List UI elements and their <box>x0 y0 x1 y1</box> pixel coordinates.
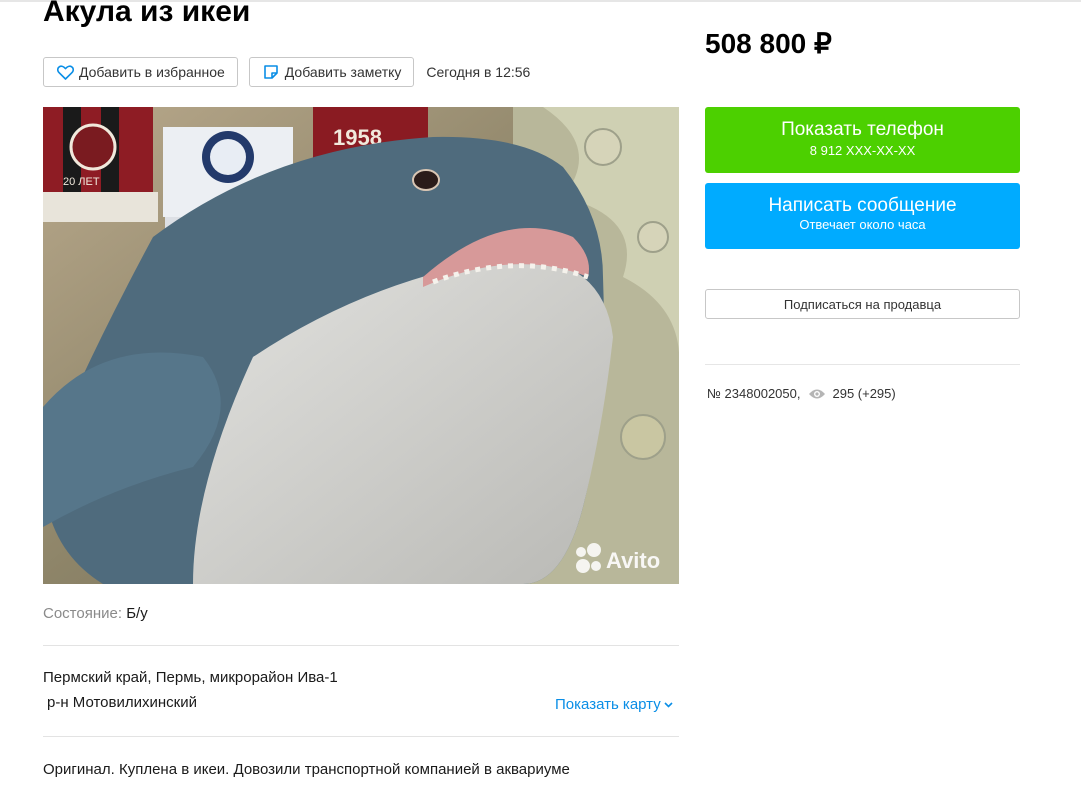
show-phone-label: Показать телефон <box>781 119 944 140</box>
divider <box>43 645 679 646</box>
add-to-favorites-button[interactable]: Добавить в избранное <box>43 57 238 87</box>
show-map-link[interactable]: Показать карту <box>555 696 673 713</box>
photo-watermark: Avito <box>606 548 660 573</box>
phone-number-masked: 8 912 XXX-XX-XX <box>809 143 916 158</box>
price: 508 800 ₽ <box>705 28 832 59</box>
eye-icon <box>808 388 826 400</box>
divider <box>43 736 679 737</box>
add-note-button[interactable]: Добавить заметку <box>248 57 415 87</box>
address-district: р-н Мотовилихинский <box>47 694 197 711</box>
chevron-down-icon <box>664 701 673 708</box>
scarf-text-left: 20 ЛЕТ <box>63 176 100 188</box>
condition-value: Б/у <box>126 605 148 622</box>
listing-actions: Добавить в избранное Добавить заметку Се… <box>43 57 530 87</box>
divider <box>705 364 1020 365</box>
condition: Состояние: Б/у <box>43 605 148 622</box>
listing-title: Акула из икеи <box>43 0 251 28</box>
listing-photo[interactable]: 20 ЛЕТ 1958 Avito <box>43 107 679 584</box>
listing-meta: № 2348002050, 295 (+295) <box>707 386 896 401</box>
subscribe-seller-button[interactable]: Подписаться на продавца <box>705 289 1020 319</box>
show-phone-button[interactable]: Показать телефон 8 912 XXX-XX-XX <box>705 107 1020 173</box>
ad-number: № 2348002050, <box>707 386 801 401</box>
publish-date: Сегодня в 12:56 <box>426 64 531 80</box>
add-to-favorites-label: Добавить в избранное <box>79 64 225 80</box>
show-map-label: Показать карту <box>555 696 661 713</box>
condition-label: Состояние: <box>43 605 123 622</box>
note-icon <box>262 63 280 81</box>
views-count: 295 (+295) <box>832 386 896 401</box>
heart-icon <box>56 63 74 81</box>
write-message-button[interactable]: Написать сообщение Отвечает около часа <box>705 183 1020 249</box>
address-line-1: Пермский край, Пермь, микрорайон Ива-1 <box>43 669 338 686</box>
listing-description: Оригинал. Куплена в икеи. Довозили транс… <box>43 761 570 778</box>
write-message-label: Написать сообщение <box>768 195 957 216</box>
add-note-label: Добавить заметку <box>284 64 402 80</box>
response-time: Отвечает около часа <box>799 217 926 232</box>
